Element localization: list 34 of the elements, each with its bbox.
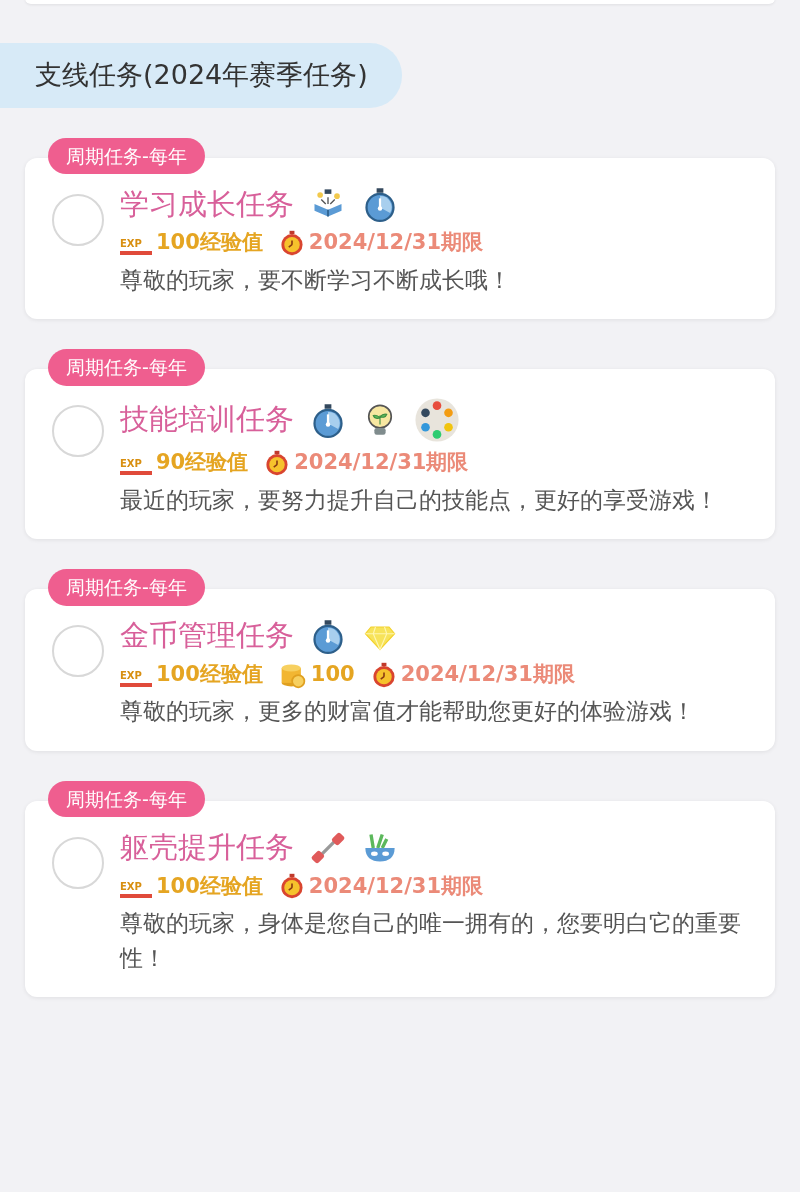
task-title: 金币管理任务 (120, 617, 294, 655)
clock-icon (370, 661, 397, 688)
stopwatch-icon (310, 618, 346, 655)
task-checkbox[interactable] (52, 836, 104, 889)
task-checkbox[interactable] (52, 193, 104, 246)
task-title: 躯壳提升任务 (120, 828, 294, 866)
category-tag: 周期任务-每年 (48, 349, 205, 386)
task-description: 尊敬的玩家，更多的财富值才能帮助您更好的体验游戏！ (120, 697, 696, 727)
reward-text: 90经验值 (156, 449, 249, 477)
category-tag: 周期任务-每年 (48, 780, 205, 818)
reward-text: 100经验值 (156, 229, 263, 257)
task-description: 尊敬的玩家，身体是您自己的唯一拥有的，您要明白它的重要性！ (120, 909, 742, 973)
reward-text: 100 (310, 660, 355, 688)
task-title: 技能培训任务 (120, 401, 294, 439)
reward-text: 100经验值 (156, 872, 263, 900)
deadline-text: 2024/12/31期限 (308, 872, 484, 900)
clock-icon (278, 229, 305, 256)
task-checkbox[interactable] (52, 405, 104, 458)
clock-icon (264, 449, 291, 476)
task-description: 最近的玩家，要努力提升自己的技能点，更好的享受游戏！ (120, 485, 719, 515)
deadline-text: 2024/12/31期限 (308, 229, 484, 257)
clock-icon (278, 873, 305, 900)
task-title: 学习成长任务 (120, 185, 294, 223)
color-wheel-icon (414, 397, 460, 444)
deadline-text: 2024/12/31期限 (400, 660, 575, 688)
deadline-text: 2024/12/31期限 (294, 449, 469, 477)
section-title: 支线任务(2024年赛季任务) (0, 43, 402, 108)
task-checkbox[interactable] (52, 625, 104, 678)
reward-text: 100经验值 (156, 660, 263, 688)
category-tag: 周期任务-每年 (48, 569, 205, 606)
task-description: 尊敬的玩家，要不断学习不断成长哦！ (120, 265, 512, 295)
stopwatch-icon (310, 402, 346, 439)
stopwatch-icon (362, 186, 398, 223)
category-tag: 周期任务-每年 (48, 137, 205, 174)
